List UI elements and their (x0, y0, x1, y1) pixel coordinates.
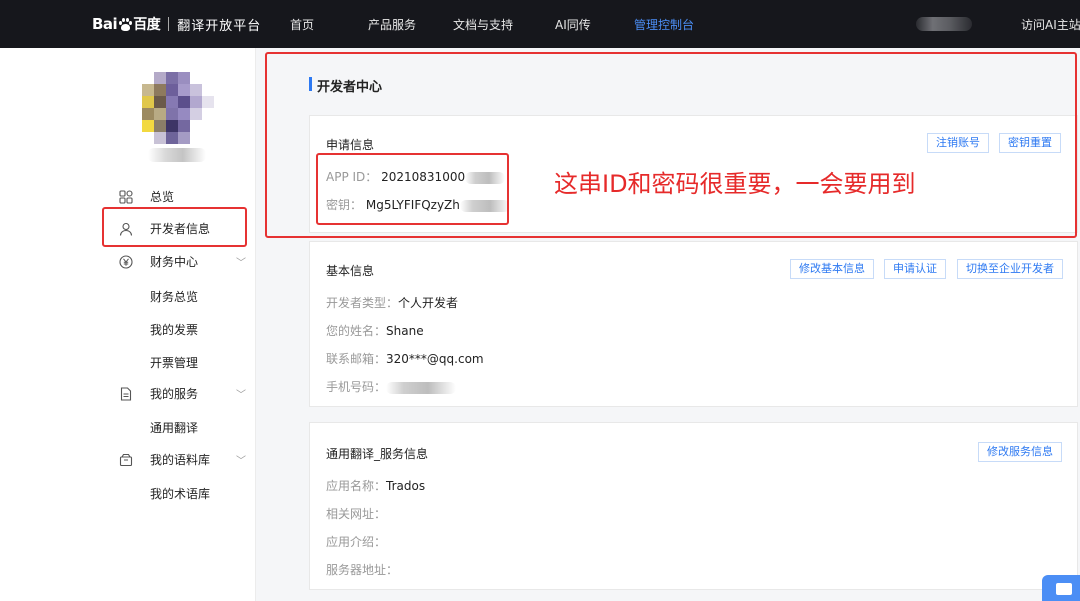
nav-console[interactable]: 管理控制台 (634, 16, 694, 33)
platform-name: 翻译开放平台 (177, 18, 262, 34)
user-icon (118, 221, 134, 237)
field-label: 应用名称： (326, 479, 387, 493)
reset-secret-button[interactable]: 密钥重置 (999, 133, 1061, 153)
app-id-field: APP ID： 20210831000 (326, 168, 506, 185)
apply-verification-button[interactable]: 申请认证 (884, 259, 946, 279)
phone-field: 手机号码： (326, 378, 457, 395)
field-label: 您的姓名： (326, 324, 387, 338)
sidebar-item-overview[interactable]: 总览 (104, 180, 254, 213)
chevron-down-icon: ﹀ (236, 456, 246, 467)
sidebar-item-my-services[interactable]: 我的服务 ﹀ (104, 377, 254, 410)
yuan-icon (118, 254, 134, 270)
app-intro-field: 应用介绍： (326, 533, 386, 550)
logo-divider (168, 17, 170, 31)
blurred-nickname (148, 148, 206, 162)
avatar (142, 72, 214, 144)
field-value: Trados (386, 479, 426, 493)
sidebar: 总览 开发者信息 财务中心 ﹀ 财务总览 我的发票 开票管理 我的服务 ﹀ 通用… (0, 48, 256, 601)
service-info-title: 通用翻译_服务信息 (326, 447, 429, 461)
baidu-logo[interactable]: Bai 百度 翻译开放平台 (92, 13, 261, 35)
nav-products[interactable]: 产品服务 (368, 16, 416, 33)
sidebar-item-finance[interactable]: 财务中心 ﹀ (104, 245, 254, 278)
basic-info-card: 基本信息 修改基本信息 申请认证 切换至企业开发者 开发者类型：个人开发者 您的… (309, 241, 1078, 407)
nav-ai-interpretation[interactable]: AI同传 (555, 16, 591, 33)
sidebar-sub-my-invoices[interactable]: 我的发票 (150, 321, 198, 338)
field-label: 相关网址： (326, 507, 387, 521)
nav-docs[interactable]: 文档与支持 (453, 16, 513, 33)
secret-label: 密钥： (326, 198, 363, 212)
top-navbar: Bai 百度 翻译开放平台 首页 产品服务 文档与支持 AI同传 管理控制台 访… (0, 0, 1080, 48)
chevron-down-icon: ﹀ (236, 258, 246, 269)
blurred-secret-suffix (459, 199, 510, 212)
developer-type-field: 开发者类型：个人开发者 (326, 294, 458, 311)
website-field: 相关网址： (326, 505, 386, 522)
field-value: 320***@qq.com (386, 352, 484, 366)
sidebar-item-label: 我的服务 (150, 387, 199, 401)
logo-suffix: 百度 (133, 17, 161, 33)
blurred-phone (386, 381, 457, 394)
document-icon (118, 386, 134, 402)
email-field: 联系邮箱：320***@qq.com (326, 350, 484, 367)
edit-service-info-button[interactable]: 修改服务信息 (978, 442, 1062, 462)
sidebar-sub-terminology[interactable]: 我的术语库 (150, 485, 210, 502)
name-field: 您的姓名：Shane (326, 322, 424, 339)
grid-icon (118, 189, 134, 205)
sidebar-item-label: 总览 (150, 190, 175, 204)
switch-enterprise-button[interactable]: 切换至企业开发者 (957, 259, 1063, 279)
blurred-username[interactable] (916, 17, 972, 31)
paw-icon (118, 17, 133, 31)
sidebar-sub-general-translation[interactable]: 通用翻译 (150, 419, 198, 436)
blurred-app-id-suffix (465, 171, 506, 184)
edit-basic-info-button[interactable]: 修改基本信息 (790, 259, 874, 279)
field-label: 开发者类型： (326, 296, 399, 310)
field-label: 服务器地址： (326, 563, 399, 577)
secret-field: 密钥： Mg5LYFIFQzyZh (326, 196, 510, 213)
annotation-note: 这串ID和密码很重要，一会要用到 (554, 170, 916, 198)
field-value: Shane (386, 324, 424, 338)
field-label: 联系邮箱： (326, 352, 387, 366)
sidebar-item-label: 财务中心 (150, 255, 199, 269)
sidebar-item-label: 开发者信息 (150, 222, 211, 236)
server-address-field: 服务器地址： (326, 561, 398, 578)
cancel-account-button[interactable]: 注销账号 (927, 133, 989, 153)
sidebar-item-developer-info[interactable]: 开发者信息 (104, 212, 254, 245)
field-value: 个人开发者 (398, 296, 459, 310)
nav-ai-site[interactable]: 访问AI主站 (1021, 16, 1080, 33)
sidebar-item-my-corpus[interactable]: 我的语料库 ﹀ (104, 443, 254, 476)
nav-home[interactable]: 首页 (290, 16, 314, 33)
secret-value: Mg5LYFIFQzyZh (365, 198, 460, 212)
sidebar-sub-finance-overview[interactable]: 财务总览 (150, 288, 198, 305)
title-accent-bar (309, 77, 312, 91)
logo-text: Bai (92, 15, 118, 33)
archive-icon (118, 452, 134, 468)
chevron-down-icon: ﹀ (236, 390, 246, 401)
sidebar-item-label: 我的语料库 (150, 453, 211, 467)
app-name-field: 应用名称：Trados (326, 477, 425, 494)
page-title: 开发者中心 (317, 80, 383, 95)
field-label: 应用介绍： (326, 535, 387, 549)
basic-info-title: 基本信息 (326, 264, 375, 278)
app-id-label: APP ID： (326, 170, 378, 184)
apply-info-title: 申请信息 (326, 138, 375, 152)
field-label: 手机号码： (326, 380, 387, 394)
sidebar-sub-invoice-management[interactable]: 开票管理 (150, 354, 198, 371)
service-info-card: 通用翻译_服务信息 修改服务信息 应用名称：Trados 相关网址： 应用介绍：… (309, 422, 1078, 590)
app-id-value: 20210831000 (381, 170, 466, 184)
chat-icon (1056, 583, 1072, 595)
chat-float-button[interactable] (1042, 575, 1080, 601)
